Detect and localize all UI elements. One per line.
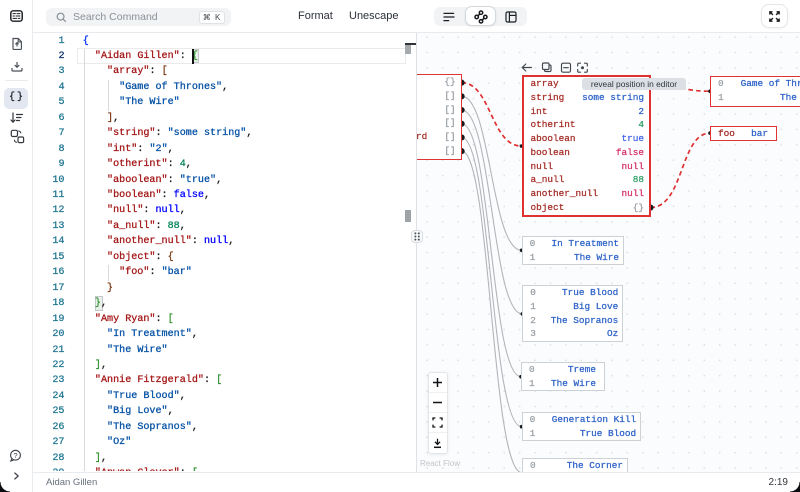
svg-text:?: ?: [13, 451, 17, 460]
